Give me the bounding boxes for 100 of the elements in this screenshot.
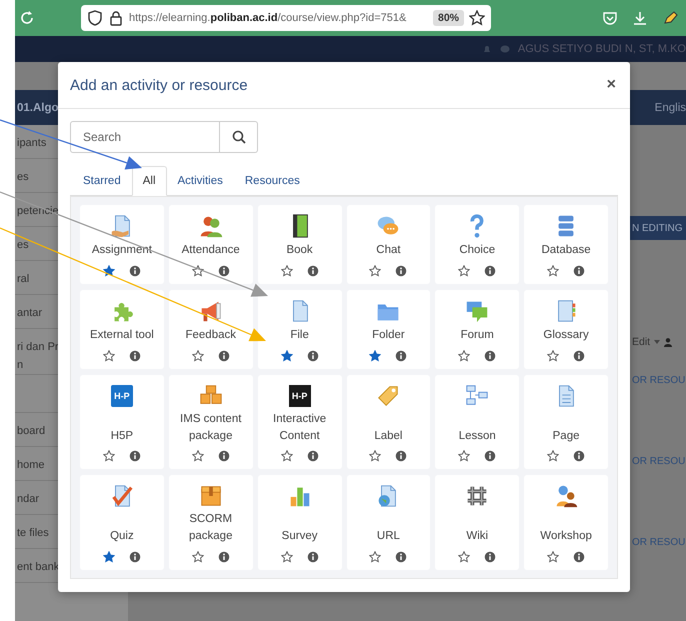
activity-card[interactable]: H-P Interactive Content [258, 375, 342, 470]
star-icon[interactable] [458, 450, 470, 462]
star-icon[interactable] [192, 350, 204, 362]
info-icon[interactable] [573, 450, 586, 462]
shield-icon[interactable] [87, 10, 103, 26]
activity-name: Feedback [185, 328, 236, 344]
info-icon[interactable] [306, 450, 319, 462]
star-icon[interactable] [547, 450, 560, 462]
star-icon[interactable] [547, 350, 560, 362]
star-icon[interactable] [192, 550, 204, 563]
activity-card[interactable]: SCORM package [168, 475, 253, 570]
close-button[interactable]: × [604, 77, 618, 93]
info-icon[interactable] [128, 350, 141, 362]
info-icon[interactable] [218, 550, 230, 563]
info-icon[interactable] [306, 350, 319, 362]
activity-card[interactable]: Folder [346, 290, 430, 369]
activity-card[interactable]: Chat [346, 205, 430, 284]
url-text: https://elearning.poliban.ac.id/course/view.php?id=751& [129, 12, 408, 24]
info-icon[interactable] [484, 350, 496, 362]
star-icon[interactable] [102, 350, 115, 362]
activity-name: IMS content package [179, 412, 242, 444]
activity-card[interactable]: Book [258, 205, 342, 284]
pocket-icon[interactable] [602, 10, 618, 26]
activity-name: Quiz [110, 529, 134, 544]
activity-card[interactable]: Survey [258, 475, 342, 570]
info-icon[interactable] [395, 550, 408, 563]
star-icon[interactable] [280, 350, 293, 362]
tab[interactable]: Resources [234, 166, 311, 196]
activity-card[interactable]: Wiki [435, 475, 520, 570]
info-icon[interactable] [128, 265, 141, 277]
search-button[interactable] [220, 121, 258, 153]
activity-card[interactable]: Forum [435, 290, 520, 369]
star-icon[interactable] [102, 450, 115, 462]
star-icon[interactable] [369, 265, 382, 277]
activity-card[interactable]: IMS content package [168, 375, 253, 470]
star-icon[interactable] [369, 350, 382, 362]
activity-name: Workshop [540, 529, 592, 544]
star-icon[interactable] [458, 265, 470, 277]
info-icon[interactable] [484, 450, 496, 462]
star-icon[interactable] [547, 265, 560, 277]
info-icon[interactable] [395, 265, 408, 277]
star-icon[interactable] [369, 550, 382, 563]
tab[interactable]: Starred [72, 166, 132, 196]
tab[interactable]: Activities [166, 166, 234, 196]
star-icon[interactable] [102, 550, 115, 563]
activity-card[interactable]: Feedback [168, 290, 253, 369]
course-title[interactable]: 01.Algo [15, 102, 59, 114]
activity-card[interactable]: File [258, 290, 342, 369]
info-icon[interactable] [573, 550, 586, 563]
reload-icon[interactable] [19, 10, 35, 26]
star-icon[interactable] [547, 550, 560, 563]
info-icon[interactable] [128, 550, 141, 563]
activity-name: Assignment [92, 243, 152, 258]
activity-card[interactable]: Database [524, 205, 608, 284]
activity-card[interactable]: Lesson [435, 375, 520, 470]
person-icon[interactable] [664, 338, 672, 346]
activity-card[interactable]: Glossary [524, 290, 608, 369]
star-icon[interactable] [458, 350, 470, 362]
info-icon[interactable] [306, 265, 319, 277]
info-icon[interactable] [484, 265, 496, 277]
editing-button[interactable]: N EDITING [630, 216, 686, 240]
activity-card[interactable]: URL [346, 475, 430, 570]
star-icon[interactable] [192, 450, 204, 462]
star-icon[interactable] [280, 450, 293, 462]
activity-card[interactable]: Label [346, 375, 430, 470]
activity-card[interactable]: External tool [80, 290, 164, 369]
star-icon[interactable] [280, 550, 293, 563]
star-icon[interactable] [102, 265, 115, 277]
activity-card[interactable]: Assignment [80, 205, 164, 284]
language-menu[interactable]: Englis [654, 102, 686, 114]
star-icon[interactable] [280, 265, 293, 277]
info-icon[interactable] [218, 450, 230, 462]
info-icon[interactable] [218, 265, 230, 277]
address-bar[interactable]: https://elearning.poliban.ac.id/course/view.php?id=751& 80% [81, 5, 491, 31]
search-field[interactable]: Search [70, 121, 220, 153]
info-icon[interactable] [573, 265, 586, 277]
bookmark-star-icon[interactable] [469, 10, 485, 26]
activity-name: Attendance [182, 243, 240, 258]
star-icon[interactable] [458, 550, 470, 563]
activity-card[interactable]: Quiz [80, 475, 164, 570]
tab[interactable]: All [132, 166, 166, 196]
info-icon[interactable] [484, 550, 496, 563]
info-icon[interactable] [128, 450, 141, 462]
star-icon[interactable] [192, 265, 204, 277]
info-icon[interactable] [218, 350, 230, 362]
info-icon[interactable] [573, 350, 586, 362]
activity-card[interactable]: Choice [435, 205, 520, 284]
info-icon[interactable] [306, 550, 319, 563]
info-icon[interactable] [395, 450, 408, 462]
lock-icon[interactable] [108, 10, 124, 26]
pencil-icon[interactable] [662, 10, 678, 26]
download-icon[interactable] [632, 10, 648, 26]
activity-card[interactable]: Attendance [168, 205, 253, 284]
info-icon[interactable] [395, 350, 408, 362]
activity-card[interactable]: Page [524, 375, 608, 470]
star-icon[interactable] [369, 450, 382, 462]
zoom-level[interactable]: 80% [432, 10, 464, 26]
activity-card[interactable]: Workshop [524, 475, 608, 570]
activity-card[interactable]: H-P H5P [80, 375, 164, 470]
activity-name: Page [552, 428, 580, 444]
